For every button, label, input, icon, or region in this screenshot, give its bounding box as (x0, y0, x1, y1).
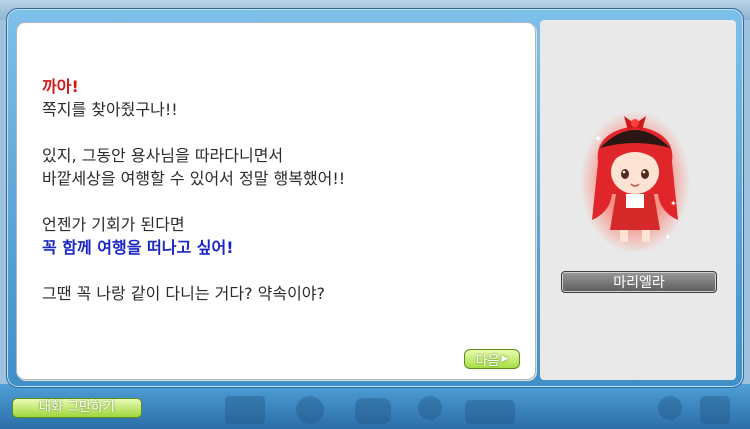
dialog-line: 까아! (42, 77, 79, 96)
next-button[interactable]: 다음 ▶ (464, 349, 520, 369)
npc-portrait: ✦ ✦ ✦ (580, 110, 690, 252)
end-chat-button[interactable]: 대화 그만하기 (12, 398, 142, 418)
dialog-line: 쪽지를 찾아줬구나!! (42, 100, 178, 119)
dialog-line: 언젠가 기회가 된다면 (42, 215, 185, 234)
dialog-line: 꼭 함께 여행을 떠나고 싶어! (42, 238, 234, 257)
next-button-label: 다음 (475, 353, 500, 369)
play-arrow-icon: ▶ (501, 354, 509, 364)
svg-text:✦: ✦ (664, 233, 672, 243)
dialog-line: 바깥세상을 여행할 수 있어서 정말 행복했어!! (42, 169, 346, 188)
svg-text:✦: ✦ (670, 199, 677, 208)
npc-name-tag: 마리엘라 (561, 271, 717, 293)
background-decoration-right (658, 396, 730, 424)
dialog-line: 있지, 그동안 용사님을 따라다니면서 (42, 146, 284, 165)
svg-text:✦: ✦ (594, 134, 602, 145)
dialog-line: 그땐 꼭 나랑 같이 다니는 거다? 약속이야? (42, 284, 326, 303)
background-decoration (225, 396, 515, 424)
dialog-text: 까아! 쪽지를 찾아줬구나!! 있지, 그동안 용사님을 따라다니면서 바깥세상… (42, 75, 512, 305)
